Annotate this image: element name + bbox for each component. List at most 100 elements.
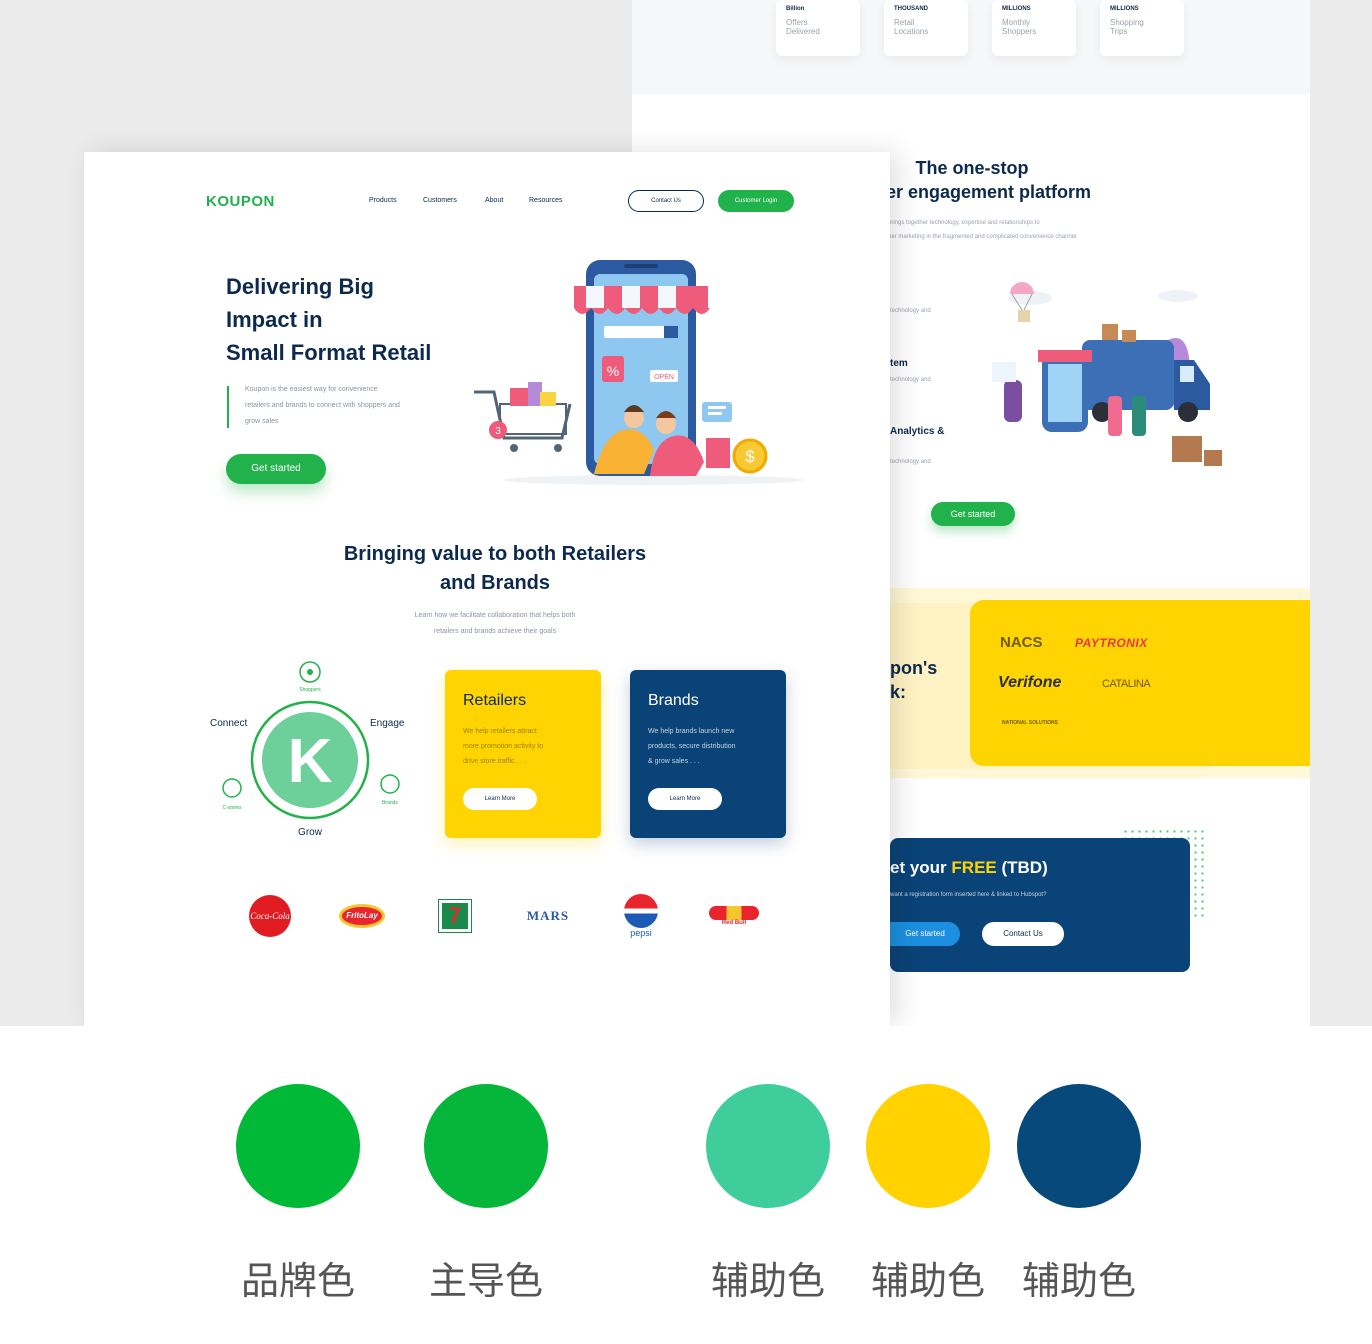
- shopping-illustration: % OPEN 3 $: [474, 260, 804, 485]
- retailers-card-text: We help retailers attract more promotion…: [463, 724, 583, 769]
- primary-color-label: 主导色: [428, 1259, 543, 1303]
- hero-title-line: Delivering Big: [226, 274, 374, 299]
- stat-label: Retail: [894, 18, 915, 27]
- mockup-canvas: Billion Offers Delivered THOUSAND Retail…: [0, 0, 1372, 1026]
- banner-title-text: et your: [890, 858, 952, 877]
- section-subtitle-line: retailers and brands achieve their goals: [433, 628, 557, 635]
- card-text-line: more promotion activity to: [463, 743, 544, 750]
- hero-title: Delivering Big Impact in Small Format Re…: [226, 270, 431, 369]
- partner-logo: NACS: [1000, 634, 1043, 651]
- cycle-grow-label: Grow: [298, 827, 323, 838]
- card-text-line: drive store traffic . . .: [463, 758, 527, 765]
- back-subtitle-line: per marketing in the fragmented and comp…: [888, 234, 1077, 240]
- partners-heading-line: k:: [890, 682, 907, 702]
- partner-logo: Verifone: [998, 674, 1062, 691]
- front-page: KOUPON Products Customers About Resource…: [84, 152, 890, 1026]
- stat-label: Shoppers: [1002, 27, 1037, 36]
- back-title-line2: er engagement platform: [886, 182, 1092, 202]
- banner-subtitle: want a registration form inserted here &…: [890, 892, 1047, 898]
- section-title: Bringing value to both Retailers and Bra…: [84, 540, 890, 598]
- brand-color-swatch: [236, 1084, 360, 1208]
- retailers-card: Retailers We help retailers attract more…: [445, 670, 601, 838]
- fritolay-logo: FritoLay: [338, 894, 386, 938]
- accent-color-swatch-yellow: [866, 1084, 990, 1208]
- pepsi-wordmark: pepsi: [630, 928, 652, 938]
- banner-get-started-button[interactable]: Get started: [890, 922, 960, 946]
- mars-wordmark: MARS: [526, 908, 570, 923]
- coca-cola-wordmark: Coca-Cola: [249, 895, 291, 937]
- section-title-line: and Brands: [439, 572, 551, 594]
- hero-title-line: Small Format Retail: [226, 340, 432, 365]
- cycle-brands-label: Brands: [382, 800, 398, 806]
- nav-customers[interactable]: Customers: [423, 197, 457, 204]
- back-subtitle-line: brings together technology, expertise an…: [888, 220, 1040, 226]
- hero-subtitle-line: grow sales: [245, 418, 279, 425]
- hero-get-started-button[interactable]: Get started: [226, 454, 326, 484]
- brands-card: Brands We help brands launch new product…: [630, 670, 786, 838]
- partner-logo: PAYTRONIX: [1075, 636, 1148, 650]
- banner-title-free: FREE: [951, 858, 997, 877]
- accent-color-swatch-blue: [1017, 1084, 1141, 1208]
- nav-products[interactable]: Products: [369, 197, 397, 204]
- open-sign: OPEN: [654, 374, 674, 381]
- red-bull-bulls: [709, 906, 759, 920]
- brand-color-label: 品牌色: [240, 1259, 355, 1303]
- card-text-line: We help retailers attract: [463, 728, 537, 735]
- stat-label: Shopping: [1110, 18, 1144, 27]
- percent-tag: %: [607, 363, 619, 379]
- feature-title: tem: [890, 358, 908, 369]
- hero-title-line: Impact in: [226, 307, 323, 332]
- fritolay-wordmark: FritoLay: [339, 904, 385, 928]
- feature-sub: technology and: [890, 308, 931, 314]
- banner-title: et your FREE (TBD): [890, 858, 1048, 878]
- accent-color-label: 辅助色: [870, 1259, 985, 1303]
- cycle-engage-label: Engage: [370, 718, 405, 729]
- card-text-line: We help brands launch new: [648, 728, 735, 735]
- retailers-card-title: Retailers: [463, 692, 527, 709]
- pepsi-logo: pepsi: [622, 894, 660, 938]
- back-subtitle: brings together technology, expertise an…: [888, 216, 1076, 244]
- card-text-line: products, secure distribution: [648, 743, 736, 750]
- banner-title-text: (TBD): [996, 858, 1048, 877]
- back-get-started-button[interactable]: Get started: [931, 502, 1015, 526]
- red-bull-logo: Red Bull: [704, 894, 764, 938]
- seven-eleven-mark: 7: [439, 900, 471, 932]
- section-title-line: Bringing value to both Retailers: [343, 543, 647, 565]
- coca-cola-logo: Coca-Cola: [248, 894, 292, 938]
- feature-title: Analytics &: [890, 426, 945, 437]
- hero-subtitle: Koupon is the easiest way for convenienc…: [245, 382, 455, 430]
- k-logo-mark: K: [288, 727, 333, 796]
- customer-login-button[interactable]: Customer Login: [718, 190, 794, 212]
- stat-card: MILLIONS Shopping Trips: [1100, 0, 1184, 56]
- nav-resources[interactable]: Resources: [529, 197, 562, 204]
- feature-sub: technology and: [890, 459, 931, 465]
- section-subtitle-line: Learn how we facilitate collaboration th…: [414, 612, 576, 619]
- brands-learn-more-button[interactable]: Learn More: [648, 788, 722, 810]
- stat-card: MILLIONS Monthly Shoppers: [992, 0, 1076, 56]
- retailers-learn-more-button[interactable]: Learn More: [463, 788, 537, 810]
- stat-label: Delivered: [786, 27, 820, 36]
- contact-us-button[interactable]: Contact Us: [628, 190, 704, 212]
- primary-color-swatch: [424, 1084, 548, 1208]
- accent-color-label: 辅助色: [1021, 1259, 1136, 1303]
- stat-label: Monthly: [1002, 18, 1031, 27]
- brands-card-title: Brands: [648, 692, 699, 709]
- stat-label: Locations: [894, 27, 929, 36]
- stat-unit: MILLIONS: [1110, 6, 1139, 12]
- partner-logo: CATALINA: [1102, 678, 1151, 690]
- delivery-illustration: [992, 282, 1222, 466]
- partners-heading-line: pon's: [890, 658, 938, 678]
- nav-about[interactable]: About: [485, 197, 503, 204]
- hero-accent-line: [227, 386, 229, 428]
- accent-color-label: 辅助色: [710, 1259, 825, 1303]
- stat-label: Trips: [1110, 27, 1128, 36]
- mars-logo: MARS: [516, 894, 580, 938]
- stat-card: THOUSAND Retail Locations: [884, 0, 968, 56]
- banner-contact-button[interactable]: Contact Us: [982, 922, 1064, 946]
- stat-unit: MILLIONS: [1002, 6, 1031, 12]
- dollar-coin: $: [745, 447, 755, 466]
- partners-heading: pon's k:: [890, 656, 937, 704]
- cycle-connect-label: Connect: [210, 718, 247, 729]
- koupon-logo[interactable]: KOUPON: [206, 193, 275, 210]
- stats-band: [632, 0, 1310, 94]
